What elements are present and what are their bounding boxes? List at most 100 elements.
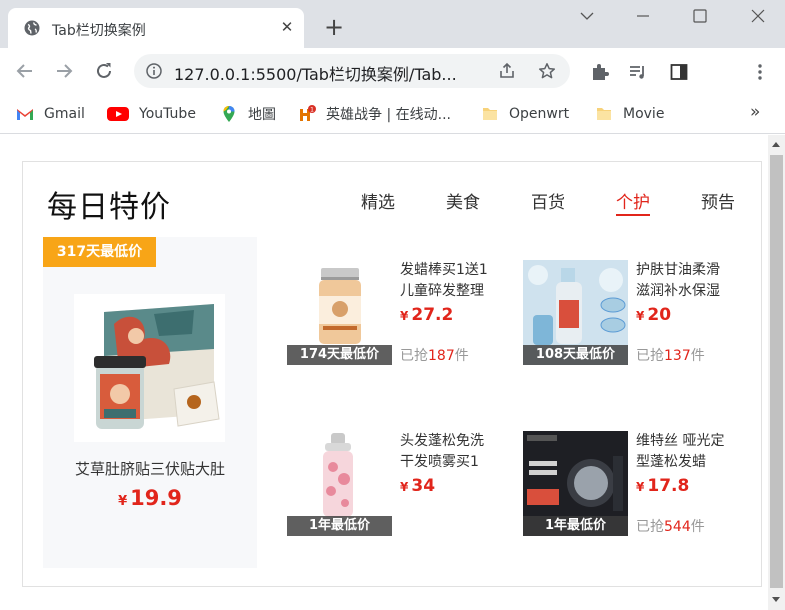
product-price: ¥20: [636, 305, 671, 325]
tab-gehu[interactable]: 个护: [616, 188, 650, 216]
moxa-patch-illustration: [74, 294, 225, 442]
featured-product[interactable]: 317天最低价 艾草肚脐贴三伏贴大肚 ¥ 19.9: [43, 237, 257, 568]
bookmark-label: Openwrt: [509, 106, 570, 122]
page-title: 每日特价: [47, 190, 171, 225]
price-value: 34: [411, 476, 436, 496]
reload-icon[interactable]: [93, 60, 115, 82]
price-value: 20: [647, 305, 672, 325]
product-card[interactable]: 108天最低价 护肤甘油柔滑滋润补水保湿 ¥20 已抢137件: [523, 260, 743, 370]
vertical-scrollbar[interactable]: [768, 135, 785, 610]
product-price: ¥17.8: [636, 476, 689, 496]
sold-count: 已抢137件: [636, 345, 705, 365]
featured-product-price: ¥19.9: [43, 486, 257, 510]
sold-prefix: 已抢: [636, 348, 664, 364]
sold-count: 已抢187件: [400, 345, 469, 365]
bookmark-hero-war[interactable]: 1 英雄战争 | 在线动...: [298, 104, 451, 124]
sold-count: 已抢544件: [636, 516, 705, 536]
currency-symbol: ¥: [400, 309, 409, 323]
currency-symbol: ¥: [118, 494, 128, 509]
bookmark-label: Movie: [623, 106, 665, 122]
product-card[interactable]: 1年最低价 维特丝 哑光定型蓬松发蜡 ¥17.8 已抢544件: [523, 431, 743, 541]
tab-title: Tab栏切换案例: [52, 23, 146, 39]
browser-toolbar: 127.0.0.1:5500/Tab栏切换案例/Tab...: [0, 48, 785, 132]
hero-icon: 1: [300, 105, 316, 121]
lowest-price-badge: 317天最低价: [43, 237, 156, 267]
daily-deals-panel: 每日特价 精选 美食 百货 个护 预告 317天最低价 艾草肚脐贴三伏贴大肚 ¥…: [22, 161, 762, 587]
currency-symbol: ¥: [636, 309, 645, 323]
gmail-icon: [17, 109, 33, 120]
sold-number: 187: [428, 348, 455, 364]
bookmark-label: 地圖: [248, 107, 276, 123]
svg-text:1: 1: [310, 107, 314, 114]
sold-prefix: 已抢: [400, 348, 428, 364]
product-price: ¥27.2: [400, 305, 453, 325]
sold-suffix: 件: [690, 348, 705, 364]
folder-icon: [483, 108, 497, 120]
sold-prefix: 已抢: [636, 519, 664, 535]
sold-number: 544: [664, 519, 691, 535]
forward-icon[interactable]: [53, 60, 75, 82]
bookmark-star-icon[interactable]: [538, 62, 556, 80]
featured-product-image[interactable]: [74, 294, 225, 442]
product-name[interactable]: 头发蓬松免洗干发喷雾买1: [400, 431, 496, 473]
product-name[interactable]: 维特丝 哑光定型蓬松发蜡: [636, 431, 732, 473]
bookmark-movie[interactable]: Movie: [595, 104, 664, 124]
folder-icon: [597, 108, 611, 120]
lowest-price-ribbon: 1年最低价: [287, 516, 392, 536]
scroll-up-arrow-icon[interactable]: [772, 142, 780, 147]
bookmark-label: YouTube: [139, 106, 196, 122]
close-window-icon[interactable]: [748, 8, 768, 24]
browser-tab[interactable]: Tab栏切换案例 ✕: [8, 8, 304, 48]
tab-search-chevron-icon[interactable]: [577, 8, 597, 24]
product-price: ¥34: [400, 476, 435, 496]
tab-close-icon[interactable]: ✕: [278, 18, 296, 36]
globe-icon: [24, 20, 40, 36]
product-name[interactable]: 发蜡棒买1送1儿童碎发整理: [400, 260, 496, 302]
product-name[interactable]: 护肤甘油柔滑滋润补水保湿: [636, 260, 732, 302]
bookmark-openwrt[interactable]: Openwrt: [481, 104, 569, 124]
price-value: 27.2: [411, 305, 454, 325]
side-panel-icon[interactable]: [669, 62, 689, 82]
bookmarks-bar: Gmail YouTube 地圖 1 英雄战争 | 在线动... Openwrt…: [0, 94, 785, 134]
lowest-price-ribbon: 1年最低价: [523, 516, 628, 536]
maps-icon: [223, 106, 235, 122]
scroll-down-arrow-icon[interactable]: [772, 597, 780, 602]
tab-strip: Tab栏切换案例 ✕ +: [0, 0, 785, 48]
bookmark-label: Gmail: [44, 106, 85, 122]
sold-suffix: 件: [690, 519, 705, 535]
media-control-icon[interactable]: [628, 62, 648, 82]
maximize-icon[interactable]: [690, 8, 710, 24]
lowest-price-ribbon: 174天最低价: [287, 345, 392, 365]
sold-number: 137: [664, 348, 691, 364]
youtube-icon: [107, 107, 129, 121]
url-path: :5500/Tab栏切换案例/Tab...: [250, 65, 457, 84]
scrollbar-thumb[interactable]: [770, 155, 783, 588]
url-text: 127.0.0.1:5500/Tab栏切换案例/Tab...: [174, 61, 457, 85]
new-tab-button[interactable]: +: [322, 15, 346, 40]
product-card[interactable]: 1年最低价 头发蓬松免洗干发喷雾买1 ¥34: [287, 431, 507, 541]
tab-yugao[interactable]: 预告: [701, 188, 735, 213]
product-card[interactable]: 174天最低价 发蜡棒买1送1儿童碎发整理 ¥27.2 已抢187件: [287, 260, 507, 370]
tab-baihuo[interactable]: 百货: [531, 188, 565, 213]
lowest-price-ribbon: 108天最低价: [523, 345, 628, 365]
bookmark-maps[interactable]: 地圖: [220, 104, 276, 124]
bookmark-youtube[interactable]: YouTube: [107, 104, 196, 124]
bookmarks-overflow-icon[interactable]: »: [750, 102, 760, 122]
bookmark-label: 英雄战争 | 在线动...: [326, 107, 451, 123]
featured-product-name[interactable]: 艾草肚脐贴三伏贴大肚: [43, 458, 257, 479]
page-viewport: 每日特价 精选 美食 百货 个护 预告 317天最低价 艾草肚脐贴三伏贴大肚 ¥…: [0, 135, 768, 610]
share-icon[interactable]: [498, 62, 516, 80]
bookmark-gmail[interactable]: Gmail: [16, 104, 85, 124]
minimize-icon[interactable]: [633, 8, 653, 24]
address-bar[interactable]: 127.0.0.1:5500/Tab栏切换案例/Tab...: [134, 54, 570, 88]
tab-jingxuan[interactable]: 精选: [361, 188, 395, 213]
price-value: 17.8: [647, 476, 690, 496]
price-value: 19.9: [130, 486, 182, 510]
tab-meishi[interactable]: 美食: [446, 188, 480, 213]
menu-kebab-icon[interactable]: [750, 62, 770, 82]
url-host: 127.0.0.1: [174, 65, 251, 84]
currency-symbol: ¥: [636, 480, 645, 494]
back-icon[interactable]: [14, 60, 36, 82]
extensions-icon[interactable]: [590, 62, 610, 82]
info-icon[interactable]: [146, 63, 162, 79]
